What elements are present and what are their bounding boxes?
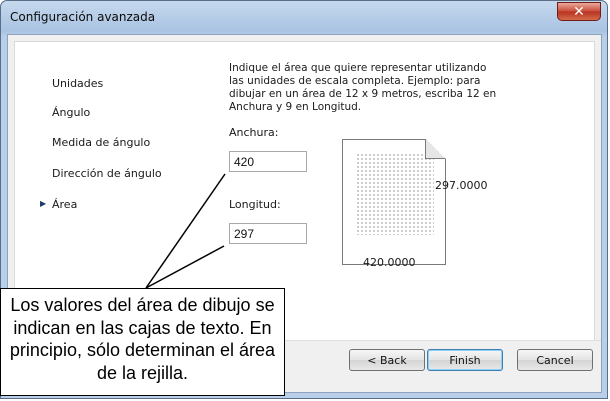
page-fold-icon: [425, 139, 445, 159]
instructions-text: Indique el área que quiere representar u…: [229, 62, 497, 113]
grid-dots: [356, 153, 434, 235]
title-bar[interactable]: Configuración avanzada ✕: [1, 1, 607, 33]
cancel-button[interactable]: Cancel: [517, 349, 593, 371]
finish-button[interactable]: Finish: [427, 349, 503, 371]
width-input[interactable]: [229, 151, 307, 172]
nav-item-unidades[interactable]: Unidades: [52, 77, 103, 90]
back-button[interactable]: < Back: [349, 349, 425, 371]
nav-item-medida-de-angulo[interactable]: Medida de ángulo: [52, 136, 150, 149]
close-button[interactable]: ✕: [557, 2, 601, 21]
window-title: Configuración avanzada: [10, 10, 156, 24]
preview-width-label: 420.0000: [363, 256, 416, 269]
length-label: Longitud:: [229, 198, 281, 211]
nav-item-area[interactable]: Área: [52, 198, 77, 211]
close-icon: ✕: [573, 3, 585, 20]
preview-height-label: 297.0000: [435, 179, 488, 192]
length-input[interactable]: [229, 223, 307, 244]
width-label: Anchura:: [229, 126, 279, 139]
nav-item-direccion-de-angulo[interactable]: Dirección de ángulo: [52, 167, 162, 180]
nav-item-angulo[interactable]: Ángulo: [52, 106, 90, 119]
annotation-callout: Los valores del área de dibujo se indica…: [0, 288, 285, 396]
active-arrow-icon: ▶: [40, 199, 47, 208]
